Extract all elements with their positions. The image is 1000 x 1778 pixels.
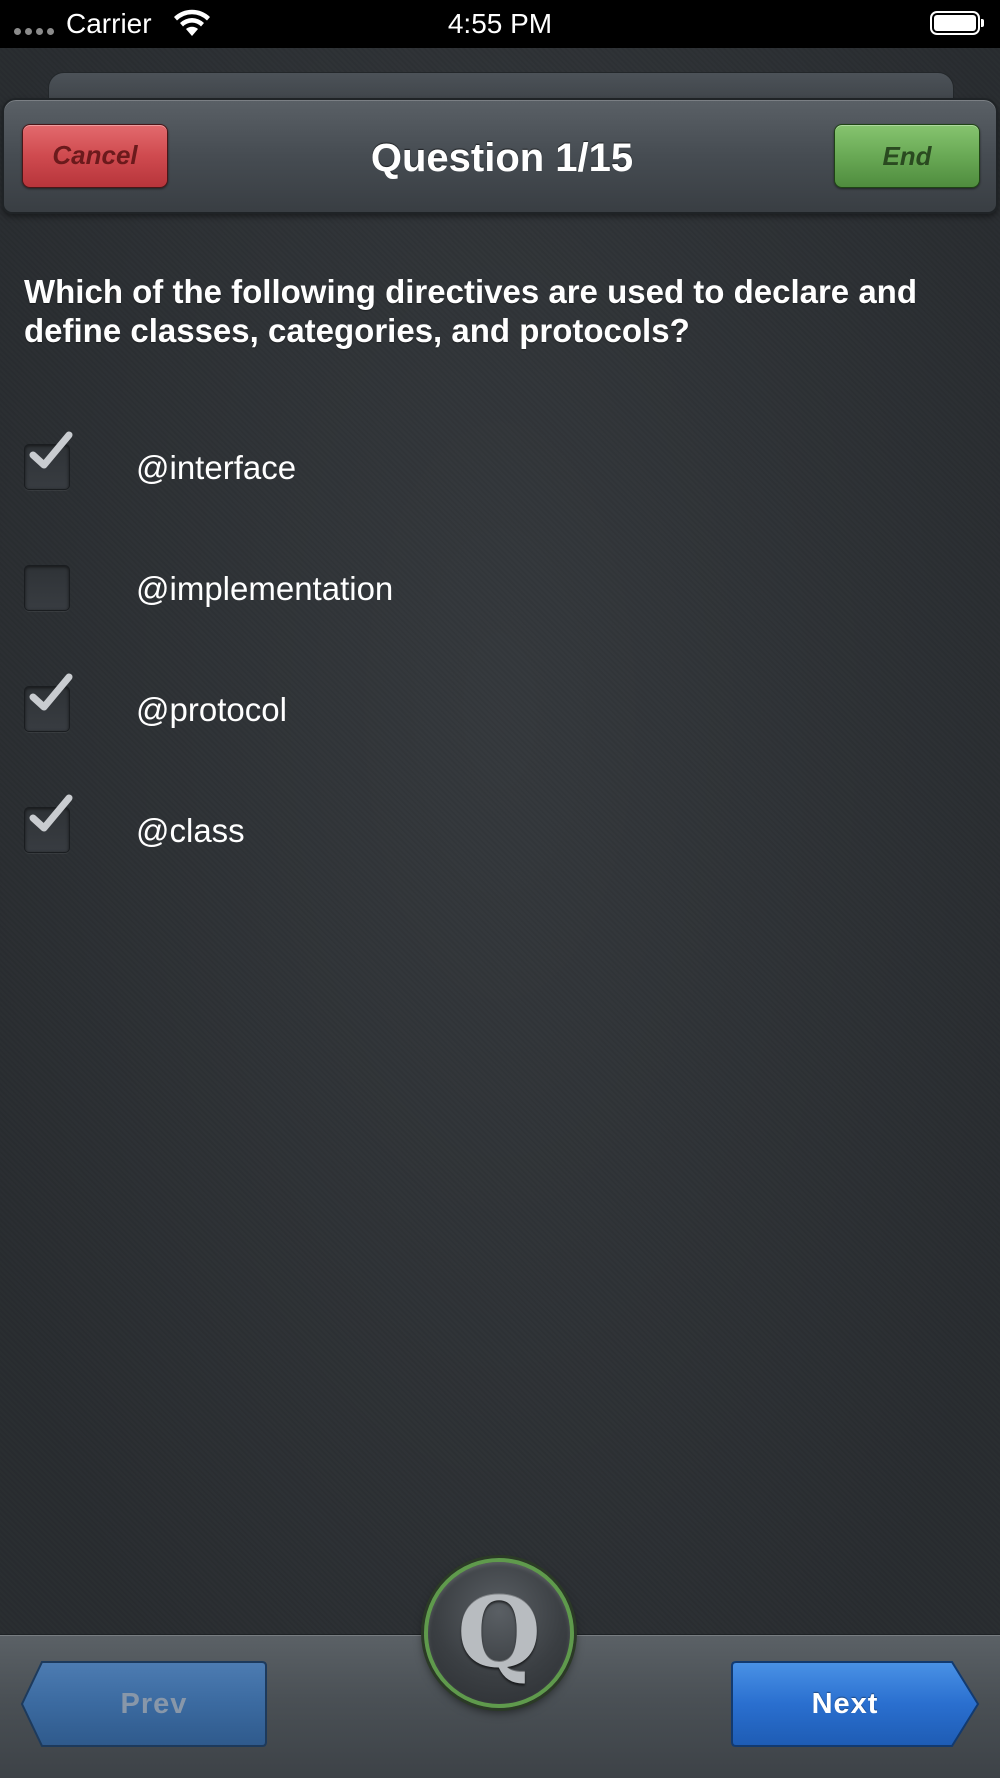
end-button[interactable]: End: [834, 124, 980, 188]
answer-label: @class: [136, 812, 245, 849]
prev-button[interactable]: Prev: [20, 1660, 268, 1748]
answer-label: @protocol: [136, 691, 287, 728]
checkmark-icon: [29, 673, 73, 711]
answer-option[interactable]: @class: [0, 791, 1000, 871]
answer-option[interactable]: @implementation: [0, 549, 1000, 629]
answer-option[interactable]: @interface: [0, 428, 1000, 508]
prev-label: Prev: [120, 1688, 188, 1720]
next-button[interactable]: Next: [730, 1660, 980, 1748]
cancel-button[interactable]: Cancel: [22, 124, 168, 188]
checkmark-icon: [29, 794, 73, 832]
quiz-menu-button[interactable]: Q: [424, 1558, 574, 1708]
battery-icon: [930, 11, 984, 35]
checkmark-icon: [29, 431, 73, 469]
quiz-header: Question 1/15 Cancel End: [2, 98, 998, 214]
next-label: Next: [811, 1688, 879, 1720]
status-bar: Carrier 4:55 PM: [0, 0, 1000, 48]
answer-checkbox[interactable]: [24, 565, 70, 611]
q-logo-icon: Q: [457, 1576, 541, 1689]
answer-option[interactable]: @protocol: [0, 670, 1000, 750]
question-text: Which of the following directives are us…: [24, 273, 917, 349]
answer-label: @implementation: [136, 570, 394, 607]
answer-label: @interface: [136, 449, 297, 486]
status-time: 4:55 PM: [447, 8, 553, 39]
